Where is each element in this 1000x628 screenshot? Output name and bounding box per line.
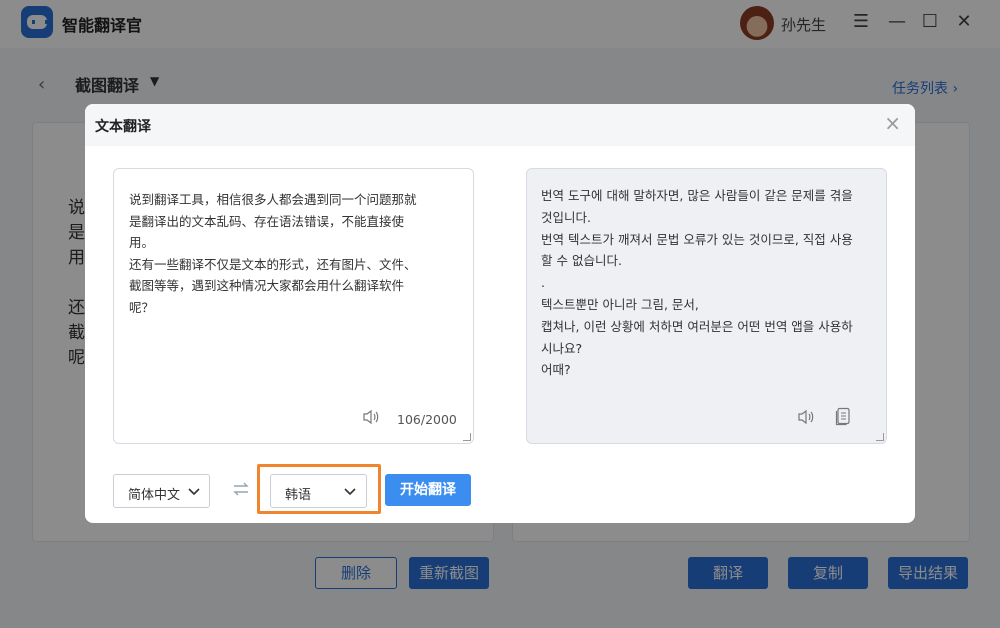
source-language-select[interactable]: 简体中文 [113, 474, 210, 508]
chevron-down-icon [344, 488, 356, 496]
copy-icon[interactable] [835, 407, 851, 426]
resize-grip-icon[interactable] [463, 433, 471, 441]
target-language-select[interactable]: 韩语 [270, 474, 367, 508]
swap-languages-icon[interactable] [231, 481, 251, 497]
text-translate-dialog: 文本翻译 × 说到翻译工具，相信很多人都会遇到同一个问题那就 是翻译出的文本乱码… [85, 104, 915, 523]
dialog-header: 文本翻译 × [85, 104, 915, 146]
chevron-down-icon [188, 488, 200, 496]
dialog-title: 文本翻译 [95, 119, 151, 135]
start-translate-button[interactable]: 开始翻译 [385, 474, 471, 506]
result-textarea[interactable]: 번역 도구에 대해 말하자면, 많은 사람들이 같은 문제를 겪을 것입니다. … [526, 168, 887, 444]
result-text[interactable]: 번역 도구에 대해 말하자면, 많은 사람들이 같은 문제를 겪을 것입니다. … [541, 185, 881, 381]
speaker-icon[interactable] [362, 409, 380, 425]
resize-grip-icon[interactable] [876, 433, 884, 441]
source-language-label: 简体中文 [128, 488, 181, 503]
close-icon[interactable]: × [884, 113, 901, 133]
char-count: 106/2000 [397, 412, 457, 427]
target-language-label: 韩语 [285, 488, 312, 503]
source-textarea[interactable]: 说到翻译工具，相信很多人都会遇到同一个问题那就 是翻译出的文本乱码、存在语法错误… [113, 168, 474, 444]
speaker-icon[interactable] [797, 409, 815, 425]
source-text[interactable]: 说到翻译工具，相信很多人都会遇到同一个问题那就 是翻译出的文本乱码、存在语法错误… [129, 189, 429, 318]
